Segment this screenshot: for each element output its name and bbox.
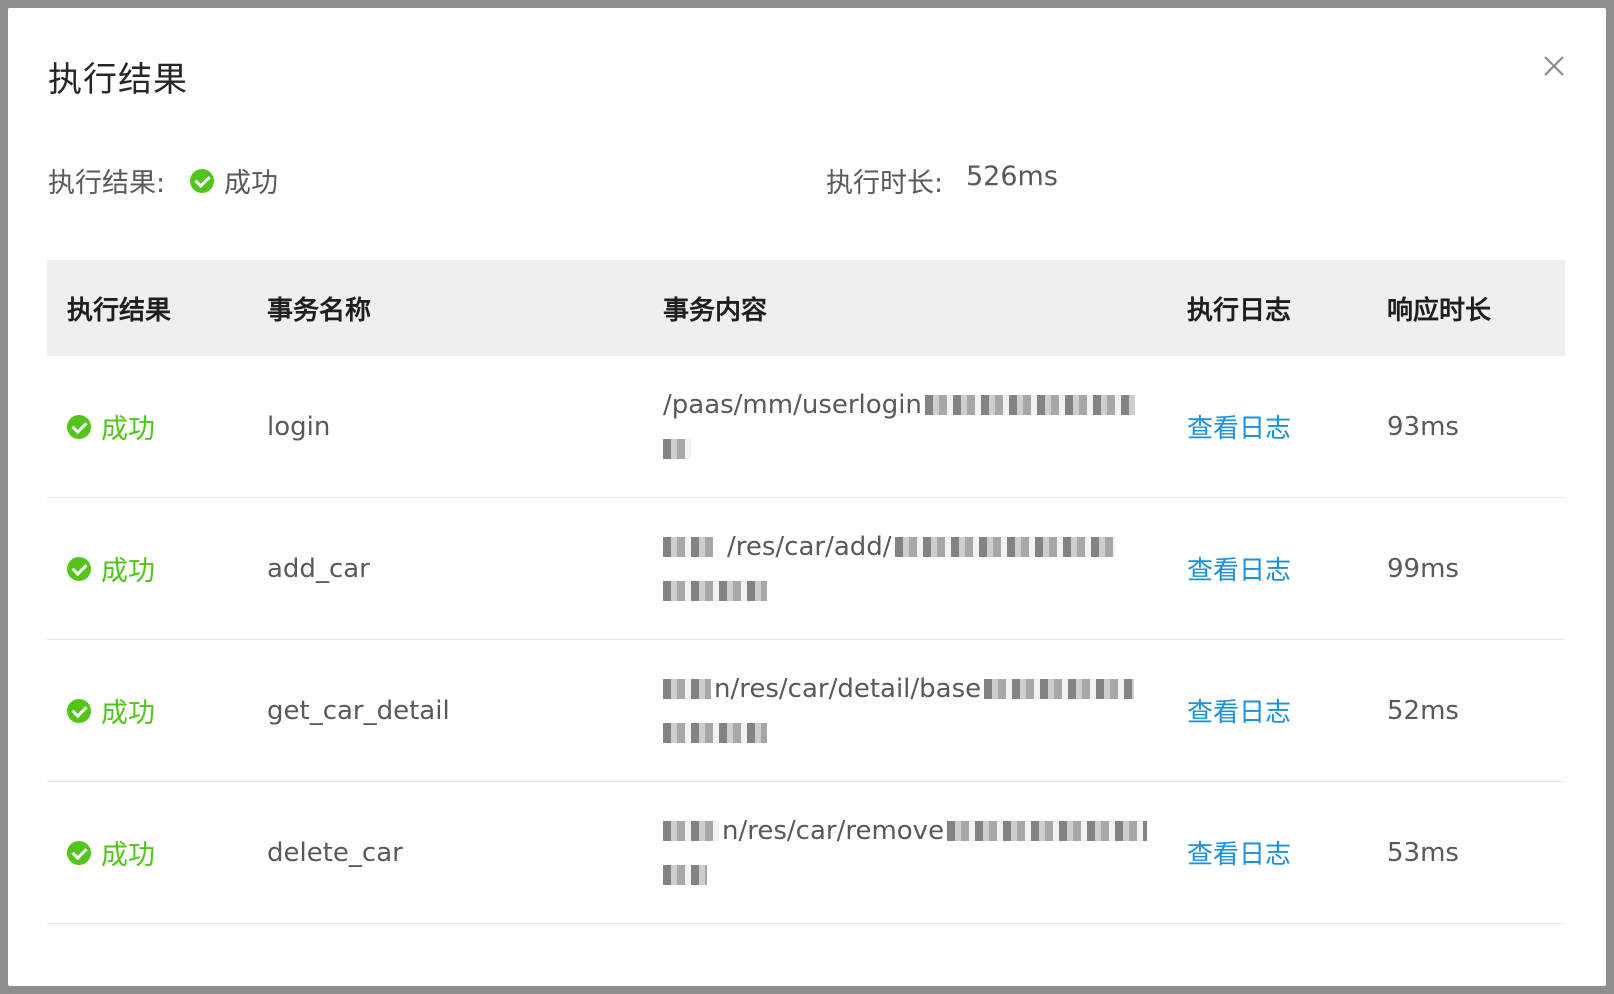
result-value: 成功 (224, 168, 278, 199)
table-row: 成功 login /paas/mm/userlogin 查看日志 93ms (47, 356, 1565, 498)
check-circle-icon (67, 414, 91, 439)
row-content-text: /res/car/add/ (727, 531, 892, 562)
check-circle-icon (67, 840, 91, 865)
duration-value: 526ms (966, 161, 1058, 192)
row-status-label: 成功 (101, 556, 155, 587)
view-log-link[interactable]: 查看日志 (1187, 414, 1291, 444)
row-content-text: /paas/mm/userlogin (663, 389, 922, 420)
result-label: 执行结果: (48, 168, 166, 199)
redacted-block (663, 820, 719, 841)
redacted-block (663, 580, 767, 601)
row-status-label: 成功 (101, 840, 155, 871)
row-name: delete_car (267, 837, 403, 868)
row-content: /res/car/add/ (643, 527, 1167, 611)
row-time: 99ms (1387, 553, 1459, 584)
header-name: 事务名称 (267, 295, 372, 326)
summary-bar: 执行结果: 成功 执行时长: 526ms (48, 161, 1566, 201)
redacted-block (894, 536, 1115, 557)
table-row: 成功 add_car /res/car/add/ 查看日志 99ms (47, 498, 1565, 640)
view-log-link[interactable]: 查看日志 (1187, 698, 1291, 728)
row-time: 93ms (1387, 411, 1459, 442)
check-circle-icon (67, 698, 91, 723)
result-status: 成功 (190, 161, 278, 200)
header-status: 执行结果 (67, 295, 172, 326)
row-content: /paas/mm/userlogin (643, 385, 1167, 469)
row-content: n/res/car/detail/base (643, 669, 1167, 753)
redacted-block (663, 438, 691, 459)
duration-label: 执行时长: (826, 168, 944, 199)
row-status-label: 成功 (101, 414, 155, 445)
row-status: 成功 (67, 407, 155, 446)
redacted-block (663, 864, 707, 885)
backdrop-header (0, 0, 1614, 8)
row-status: 成功 (67, 691, 155, 730)
row-name: get_car_detail (267, 695, 450, 726)
table-header: 执行结果 事务名称 事务内容 执行日志 响应时长 (47, 260, 1565, 356)
row-time: 53ms (1387, 837, 1459, 868)
table-row: 成功 delete_car n/res/car/remove 查看日志 53ms (47, 782, 1565, 924)
row-content: n/res/car/remove (643, 811, 1167, 895)
row-time: 52ms (1387, 695, 1459, 726)
redacted-block (663, 536, 713, 557)
table-row: 成功 get_car_detail n/res/car/detail/base … (47, 640, 1565, 782)
row-content-text: n/res/car/remove (722, 815, 945, 846)
result-modal: 执行结果 执行结果: 成功 执行时长: 526ms 执行结果 事务名称 事务内容… (8, 8, 1606, 986)
redacted-block (663, 722, 767, 743)
modal-title: 执行结果 (48, 60, 188, 100)
header-content: 事务内容 (663, 295, 768, 326)
redacted-block (924, 394, 1135, 415)
redacted-block (947, 820, 1148, 841)
row-status: 成功 (67, 833, 155, 872)
row-status: 成功 (67, 549, 155, 588)
header-log: 执行日志 (1187, 295, 1292, 326)
view-log-link[interactable]: 查看日志 (1187, 556, 1291, 586)
row-status-label: 成功 (101, 698, 155, 729)
view-log-link[interactable]: 查看日志 (1187, 840, 1291, 870)
row-name: login (267, 411, 331, 442)
check-circle-icon (190, 168, 214, 193)
transaction-table: 执行结果 事务名称 事务内容 执行日志 响应时长 成功 login /paas/… (47, 260, 1565, 924)
row-content-text: n/res/car/detail/base (714, 673, 982, 704)
redacted-block (663, 678, 711, 699)
check-circle-icon (67, 556, 91, 581)
redacted-block (984, 678, 1135, 699)
row-name: add_car (267, 553, 370, 584)
header-time: 响应时长 (1387, 295, 1492, 326)
close-icon[interactable] (1540, 52, 1568, 80)
